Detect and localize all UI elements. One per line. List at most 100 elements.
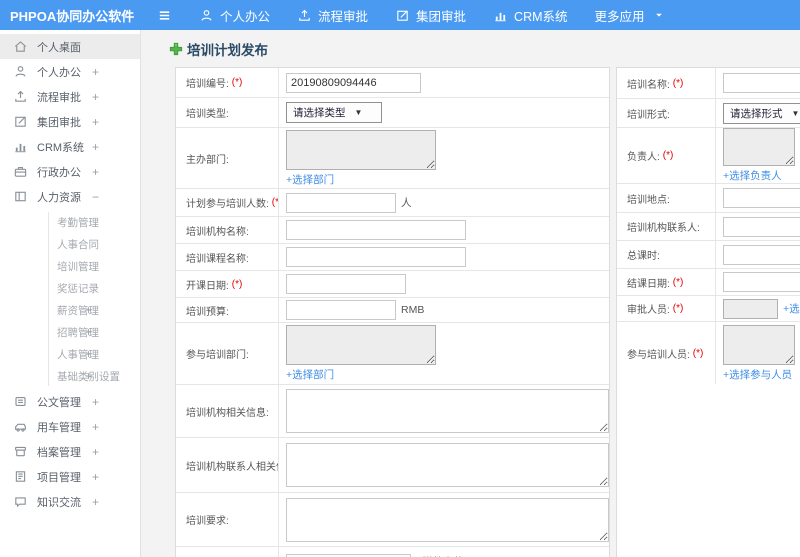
sidebar-item-流程审批[interactable]: 流程审批 +	[0, 84, 140, 109]
sidebar-subitem-人事管理[interactable]: 人事管理 +	[0, 343, 140, 365]
sidebar-subitem-奖惩记录[interactable]: 奖惩记录	[0, 277, 140, 299]
field-label-text: 主办部门:	[186, 154, 229, 166]
expand-toggle[interactable]: −	[92, 190, 99, 204]
training-budget-input[interactable]	[286, 300, 396, 320]
person-in-charge-textarea[interactable]	[723, 128, 795, 166]
sidebar-item-个人桌面[interactable]: 个人桌面	[0, 34, 140, 59]
expand-toggle[interactable]: +	[85, 303, 92, 317]
expand-toggle[interactable]: +	[85, 347, 92, 361]
training-participants-textarea[interactable]	[723, 324, 795, 365]
approvers-label: 审批人员: (*)	[617, 296, 716, 321]
person-in-charge-picker-link[interactable]: +选择负责人	[723, 168, 782, 183]
flow-icon	[13, 89, 28, 104]
sidebar-subitem-考勤管理[interactable]: 考勤管理	[0, 211, 140, 233]
training-number-input[interactable]	[286, 72, 421, 93]
expand-toggle[interactable]: +	[92, 115, 99, 129]
sidebar-item-label: 个人办公	[37, 66, 81, 79]
expand-toggle[interactable]: +	[92, 470, 99, 484]
approvers-picker-link[interactable]: +选择审批人员	[783, 301, 800, 316]
sidebar-item-行政办公[interactable]: 行政办公 +	[0, 159, 140, 184]
form-row-org-contact-related-info: 培训机构联系人相关信息:	[176, 438, 609, 493]
training-org-name-field-cell	[279, 217, 609, 243]
host-department-textarea[interactable]	[286, 129, 436, 170]
participating-departments-textarea[interactable]	[286, 325, 436, 365]
topnav-item-CRM系统[interactable]: CRM系统	[493, 6, 568, 25]
sidebar-item-公文管理[interactable]: 公文管理 +	[0, 389, 140, 414]
field-label-text: 培训形式:	[627, 109, 670, 121]
training-type-select[interactable]: 请选择类型 ▼	[286, 102, 382, 123]
topnav-item-个人办公[interactable]: 个人办公	[199, 6, 270, 25]
training-requirements-textarea[interactable]	[286, 497, 609, 542]
training-course-name-label: 培训课程名称:	[176, 244, 279, 270]
sidebar-subitem-人事合同[interactable]: 人事合同	[0, 233, 140, 255]
select-arrow-icon: ▼	[791, 108, 800, 118]
sidebar-item-用车管理[interactable]: 用车管理 +	[0, 414, 140, 439]
select-arrow-icon: ▼	[354, 108, 363, 117]
expand-toggle[interactable]: +	[92, 165, 99, 179]
training-org-contact-input[interactable]	[723, 216, 800, 237]
training-course-name-input[interactable]	[286, 247, 466, 267]
doc-icon	[13, 394, 28, 409]
training-location-input[interactable]	[723, 188, 800, 208]
user-icon	[199, 8, 214, 23]
org-contact-related-info-field-cell	[279, 438, 609, 492]
expand-toggle[interactable]: +	[92, 65, 99, 79]
sidebar-item-人力资源[interactable]: 人力资源 −	[0, 184, 140, 209]
sidebar-item-label: 行政办公	[37, 166, 81, 179]
topnav-item-流程审批[interactable]: 流程审批	[297, 6, 368, 25]
required-marker: (*)	[672, 276, 684, 288]
planned-participants-input[interactable]	[286, 192, 396, 213]
form-row-training-org-name: 培训机构名称:	[176, 217, 609, 244]
flow-icon	[297, 8, 312, 23]
participating-departments-picker-link[interactable]: +选择部门	[286, 367, 334, 382]
topnav-item-集团审批[interactable]: 集团审批	[395, 6, 466, 25]
required-marker: (*)	[271, 197, 279, 208]
form-row-training-name: 培训名称: (*)	[617, 68, 800, 99]
briefcase-icon	[13, 164, 28, 179]
sidebar-subitem-招聘管理[interactable]: 招聘管理 +	[0, 321, 140, 343]
total-hours-input[interactable]	[723, 244, 800, 265]
expand-toggle[interactable]: +	[92, 445, 99, 459]
training-form-select[interactable]: 请选择形式 ▼	[723, 102, 800, 124]
attachment-label: 附件文档:	[176, 547, 279, 557]
training-participants-picker-link[interactable]: +选择参与人员	[723, 367, 792, 382]
sidebar-item-label: 项目管理	[37, 471, 81, 484]
end-date-input[interactable]	[723, 272, 800, 292]
expand-toggle[interactable]: +	[92, 140, 99, 154]
expand-toggle[interactable]: +	[92, 495, 99, 509]
home-icon	[13, 39, 28, 54]
org-related-info-textarea[interactable]	[286, 389, 609, 433]
sidebar-subitem-薪资管理[interactable]: 薪资管理 +	[0, 299, 140, 321]
sidebar-item-集团审批[interactable]: 集团审批 +	[0, 109, 140, 134]
expand-toggle[interactable]: +	[92, 90, 99, 104]
org-contact-related-info-textarea[interactable]	[286, 443, 609, 487]
form-row-participating-departments: 参与培训部门: +选择部门	[176, 323, 609, 385]
car-icon	[13, 419, 28, 434]
sidebar-item-个人办公[interactable]: 个人办公 +	[0, 59, 140, 84]
sidebar-item-项目管理[interactable]: 项目管理 +	[0, 464, 140, 489]
expand-toggle[interactable]: +	[85, 325, 92, 339]
sidebar-item-档案管理[interactable]: 档案管理 +	[0, 439, 140, 464]
training-plan-form: 培训编号:(*)培训类型:请选择类型▼主办部门:+选择部门计划参与培训人数:(*…	[175, 67, 800, 557]
start-date-input[interactable]	[286, 274, 406, 294]
host-department-picker-link[interactable]: +选择部门	[286, 172, 334, 187]
expand-toggle[interactable]: +	[92, 420, 99, 434]
sidebar-item-label: 集团审批	[37, 116, 81, 129]
sidebar-item-知识交流[interactable]: 知识交流 +	[0, 489, 140, 514]
expand-toggle[interactable]: +	[85, 369, 92, 383]
training-requirements-label: 培训要求:	[176, 493, 279, 546]
expand-toggle[interactable]: +	[92, 395, 99, 409]
menu-icon[interactable]	[157, 8, 172, 23]
training-name-input[interactable]	[723, 73, 800, 93]
sidebar-item-CRM系统[interactable]: CRM系统 +	[0, 134, 140, 159]
sidebar-subitem-培训管理[interactable]: 培训管理	[0, 255, 140, 277]
training-org-name-input[interactable]	[286, 220, 466, 240]
approvers-input[interactable]	[723, 298, 778, 319]
field-label-text: 审批人员:	[627, 305, 670, 316]
sidebar-subitem-基础类别设置[interactable]: 基础类别设置 +	[0, 365, 140, 387]
sidebar-subitem-label: 培训管理	[57, 260, 99, 273]
topnav-item-更多应用[interactable]: 更多应用	[595, 6, 664, 25]
sidebar-subitem-label: 招聘管理	[57, 326, 99, 339]
chart-icon	[13, 139, 28, 154]
edit-icon	[13, 114, 28, 129]
